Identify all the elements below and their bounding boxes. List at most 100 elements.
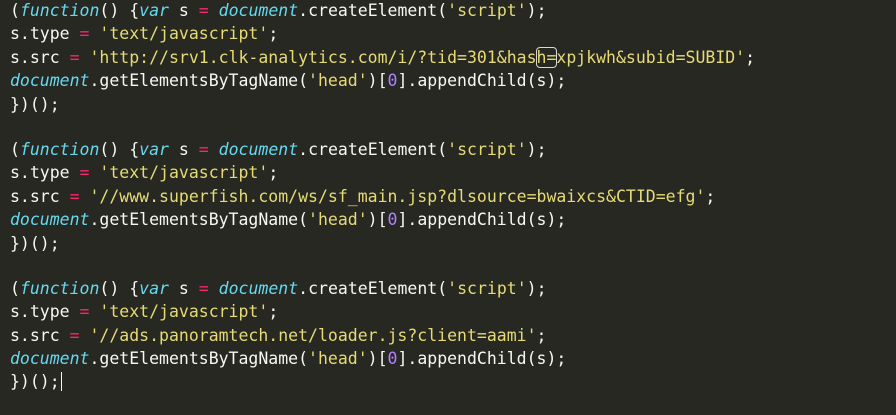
- code-token: s.src: [10, 325, 70, 345]
- code-token: ;: [268, 24, 279, 44]
- code-token: () {: [99, 139, 140, 159]
- string-token: 'http://srv1.clk-analytics.com/i/?tid=30…: [89, 47, 537, 67]
- code-line[interactable]: })();: [10, 93, 896, 116]
- string-token: xpjkwh&subid=SUBID': [556, 47, 746, 67]
- code-token: )[: [367, 210, 388, 230]
- code-editor[interactable]: (function() {var s = document.createElem…: [0, 0, 896, 414]
- number-token: 0: [387, 349, 398, 369]
- code-line[interactable]: (function() {var s = document.createElem…: [10, 0, 896, 22]
- keyword-token: var: [139, 139, 169, 159]
- code-token: (: [10, 1, 20, 20]
- code-token: s: [168, 1, 199, 20]
- code-token: ].appendChild(s);: [397, 349, 567, 369]
- operator-token: =: [198, 1, 209, 20]
- number-token: 0: [387, 71, 398, 91]
- keyword-token: document: [10, 349, 90, 369]
- code-block-3: (function() {var s = document.createElem…: [10, 277, 896, 394]
- operator-token: =: [69, 186, 80, 206]
- operator-token: =: [69, 325, 80, 345]
- string-token: 'script': [447, 278, 527, 298]
- code-token: ].appendChild(s);: [397, 71, 567, 91]
- code-token: s.src: [10, 186, 70, 206]
- code-token: ;: [268, 163, 279, 183]
- code-line[interactable]: s.src = 'http://srv1.clk-analytics.com/i…: [10, 46, 896, 69]
- code-line[interactable]: document.getElementsByTagName('head')[0]…: [10, 347, 896, 370]
- code-line[interactable]: s.src = '//ads.panoramtech.net/loader.js…: [10, 324, 896, 347]
- code-line[interactable]: s.type = 'text/javascript';: [10, 161, 896, 184]
- code-token: })();: [10, 94, 60, 114]
- code-token: ;: [745, 47, 756, 67]
- code-block-1: (function() {var s = document.createElem…: [10, 0, 896, 116]
- code-token: s: [168, 278, 199, 298]
- code-token: ;: [705, 186, 716, 206]
- code-line[interactable]: document.getElementsByTagName('head')[0]…: [10, 69, 896, 92]
- code-token: (: [10, 278, 20, 298]
- code-line[interactable]: document.getElementsByTagName('head')[0]…: [10, 208, 896, 231]
- keyword-token: document: [10, 71, 90, 91]
- operator-token: =: [79, 24, 90, 44]
- code-token: s.type: [10, 163, 80, 183]
- string-token: 'head': [308, 210, 368, 230]
- code-line[interactable]: })();: [10, 232, 896, 255]
- code-token: )[: [367, 71, 388, 91]
- code-token: );: [526, 139, 547, 159]
- code-token: )[: [367, 349, 388, 369]
- search-match-highlight: h=: [535, 46, 558, 68]
- string-token: 'text/javascript': [99, 24, 269, 44]
- code-token: s.type: [10, 302, 80, 322]
- operator-token: =: [79, 163, 90, 183]
- code-line[interactable]: s.type = 'text/javascript';: [10, 300, 896, 323]
- code-token: () {: [99, 1, 140, 20]
- code-token: .createElement(: [298, 1, 448, 20]
- code-token: );: [526, 1, 547, 20]
- code-token: })();: [10, 233, 60, 253]
- operator-token: =: [69, 47, 80, 67]
- operator-token: =: [198, 139, 209, 159]
- keyword-token: document: [218, 1, 299, 20]
- operator-token: =: [198, 278, 209, 298]
- code-token: .createElement(: [298, 139, 448, 159]
- code-token: );: [526, 278, 547, 298]
- code-token: ;: [536, 325, 547, 345]
- string-token: 'script': [447, 139, 527, 159]
- keyword-token: function: [19, 278, 100, 298]
- code-token: })();: [10, 372, 60, 392]
- keyword-token: document: [218, 278, 299, 298]
- code-line[interactable]: s.type = 'text/javascript';: [10, 22, 896, 45]
- code-token: s.src: [10, 47, 70, 67]
- code-token: ].appendChild(s);: [397, 210, 567, 230]
- code-token: .getElementsByTagName(: [89, 71, 309, 91]
- code-token: (: [10, 139, 20, 159]
- code-token: ;: [268, 302, 279, 322]
- code-line[interactable]: (function() {var s = document.createElem…: [10, 138, 896, 161]
- code-token: s.type: [10, 24, 80, 44]
- string-token: 'text/javascript': [99, 302, 269, 322]
- keyword-token: function: [19, 139, 100, 159]
- keyword-token: function: [19, 1, 100, 20]
- string-token: 'script': [447, 1, 527, 20]
- keyword-token: var: [139, 278, 169, 298]
- keyword-token: var: [139, 1, 169, 20]
- code-block-2: (function() {var s = document.createElem…: [10, 138, 896, 255]
- code-token: .getElementsByTagName(: [89, 210, 309, 230]
- keyword-token: document: [10, 210, 90, 230]
- string-token: 'head': [308, 71, 368, 91]
- code-line[interactable]: })();: [10, 370, 896, 393]
- code-token: .getElementsByTagName(: [89, 349, 309, 369]
- text-cursor: [60, 372, 63, 392]
- code-line[interactable]: (function() {var s = document.createElem…: [10, 277, 896, 300]
- string-token: '//www.superfish.com/ws/sf_main.jsp?dlso…: [89, 186, 706, 206]
- operator-token: =: [79, 302, 90, 322]
- code-token: () {: [99, 278, 140, 298]
- code-line[interactable]: s.src = '//www.superfish.com/ws/sf_main.…: [10, 185, 896, 208]
- string-token: 'text/javascript': [99, 163, 269, 183]
